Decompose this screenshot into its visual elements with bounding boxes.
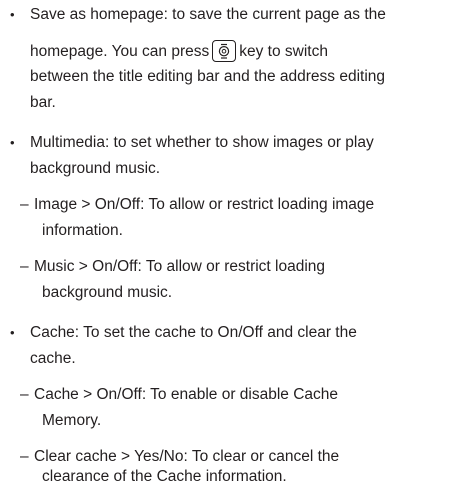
text-fragment: key to switch xyxy=(239,43,328,60)
text-line-with-key: homepage. You can press key to switch xyxy=(30,40,328,62)
document-page: • Save as homepage: to save the current … xyxy=(0,0,454,486)
text-line: information. xyxy=(42,222,123,239)
bullet-marker: • xyxy=(10,135,15,150)
text-line: bar. xyxy=(30,94,56,111)
bullet-marker: • xyxy=(10,325,15,340)
text-line: clearance of the Cache information. xyxy=(42,468,287,485)
text-line: Cache > On/Off: To enable or disable Cac… xyxy=(34,386,339,403)
dash-marker: – xyxy=(20,448,29,465)
dash-marker: – xyxy=(20,258,29,275)
text-line: Image > On/Off: To allow or restrict loa… xyxy=(34,196,375,213)
bullet-marker: • xyxy=(10,7,15,22)
text-line: Multimedia: to set whether to show image… xyxy=(30,134,374,151)
text-fragment: homepage. You can press xyxy=(30,43,210,60)
text-line: background music. xyxy=(30,160,161,177)
text-line: between the title editing bar and the ad… xyxy=(30,68,386,85)
navigation-key-icon xyxy=(212,40,237,62)
dash-marker: – xyxy=(20,386,29,403)
text-line: Music > On/Off: To allow or restrict loa… xyxy=(34,258,326,275)
text-line: background music. xyxy=(42,284,173,301)
text-line: Memory. xyxy=(42,412,102,429)
text-line: Save as homepage: to save the current pa… xyxy=(30,6,386,23)
text-line: Cache: To set the cache to On/Off and cl… xyxy=(30,324,357,341)
dash-marker: – xyxy=(20,196,29,213)
text-line: cache. xyxy=(30,350,76,367)
text-line: Clear cache > Yes/No: To clear or cancel… xyxy=(34,448,340,465)
